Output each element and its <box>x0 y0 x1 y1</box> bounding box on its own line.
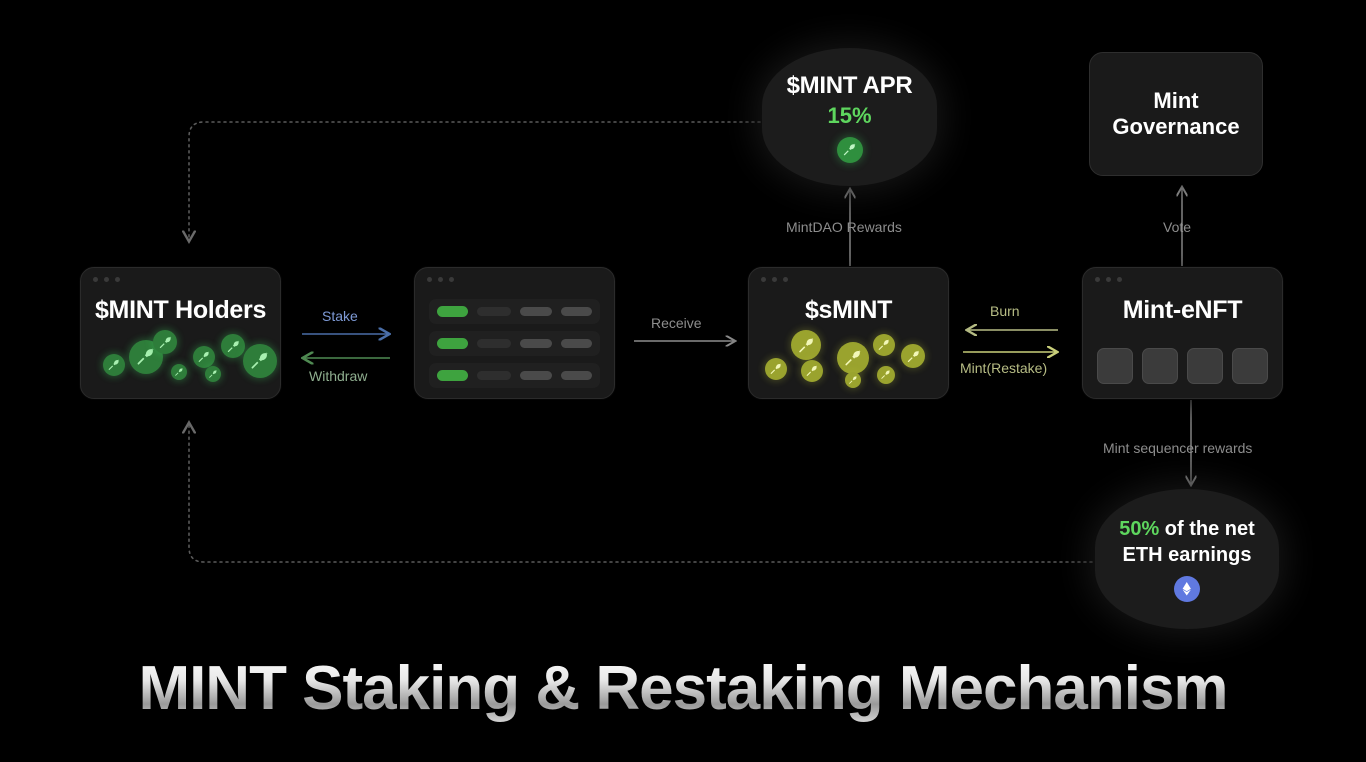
staking-row <box>429 363 600 388</box>
mint-holders-title: $MINT Holders <box>94 296 267 324</box>
token-7 <box>221 334 245 358</box>
smint-title: $sMINT <box>804 296 893 324</box>
token-2 <box>791 330 821 360</box>
nft-2[interactable] <box>1142 348 1178 384</box>
token-3 <box>153 330 177 354</box>
status-pill <box>437 306 468 317</box>
token-8 <box>901 344 925 368</box>
label-mintdao-rewards: MintDAO Rewards <box>786 219 902 235</box>
label-stake: Stake <box>322 308 358 324</box>
mint-holder-token-cloud <box>81 328 280 390</box>
window-dots <box>1095 277 1122 282</box>
smint-token-cloud <box>749 328 948 390</box>
token-7 <box>877 366 895 384</box>
token-6 <box>205 366 221 382</box>
label-mint-restake: Mint(Restake) <box>960 360 1048 376</box>
placeholder-bar <box>520 307 552 316</box>
nft-1[interactable] <box>1097 348 1133 384</box>
mint-governance-line2: Governance <box>1112 114 1240 139</box>
edge-eth-to-holders-dotted <box>189 424 1099 563</box>
nft-4[interactable] <box>1232 348 1268 384</box>
mint-apr-label: $MINT APR <box>786 71 913 99</box>
token-3 <box>801 360 823 382</box>
token-8 <box>243 344 277 378</box>
node-mint-apr[interactable]: $MINT APR 15% <box>762 48 937 186</box>
edge-apr-to-holders-dotted <box>189 121 761 240</box>
mint-enft-items <box>1097 348 1268 384</box>
label-withdraw: Withdraw <box>309 368 368 384</box>
staking-node-rows <box>429 299 600 388</box>
placeholder-bar <box>477 307 511 316</box>
placeholder-bar <box>520 339 552 348</box>
label-receive: Receive <box>651 315 702 331</box>
node-mint-enft[interactable]: Mint-eNFT <box>1082 267 1283 399</box>
label-vote: Vote <box>1163 219 1192 235</box>
node-mint-holders[interactable]: $MINT Holders <box>80 267 281 399</box>
token-5 <box>193 346 215 368</box>
placeholder-bar <box>520 371 552 380</box>
eth-earnings-line1: 50% of the net <box>1119 516 1255 542</box>
node-staking-node[interactable]: Staking Node <box>414 267 615 399</box>
node-eth-earnings[interactable]: 50% of the net ETH earnings <box>1095 489 1279 629</box>
status-pill <box>437 338 468 349</box>
eth-earnings-line2: ETH earnings <box>1122 544 1252 566</box>
token-5 <box>845 372 861 388</box>
window-dots <box>761 277 788 282</box>
status-pill <box>437 370 468 381</box>
eth-earnings-percent: 50% <box>1119 518 1160 540</box>
mint-enft-title: Mint-eNFT <box>1122 296 1243 324</box>
eth-earnings-rest: of the net <box>1159 518 1255 540</box>
placeholder-bar <box>560 371 592 380</box>
mint-pickaxe-icon <box>836 136 863 163</box>
token-4 <box>171 364 187 380</box>
mint-apr-value: 15% <box>827 102 872 128</box>
staking-row <box>429 331 600 356</box>
label-burn: Burn <box>990 303 1020 319</box>
nft-3[interactable] <box>1187 348 1223 384</box>
window-dots <box>93 277 120 282</box>
token-1 <box>765 358 787 380</box>
token-6 <box>873 334 895 356</box>
window-dots <box>427 277 454 282</box>
placeholder-bar <box>560 339 592 348</box>
node-mint-governance[interactable]: Mint Governance <box>1089 52 1263 176</box>
placeholder-bar <box>477 371 511 380</box>
placeholder-bar <box>560 307 592 316</box>
token-1 <box>103 354 125 376</box>
label-mint-sequencer-rewards: Mint sequencer rewards <box>1103 440 1253 456</box>
diagram-canvas: $MINT APR 15% Mint Governance $MINT Hold… <box>0 0 1366 762</box>
token-4 <box>837 342 869 374</box>
ethereum-icon <box>1174 576 1200 602</box>
mint-governance-line1: Mint <box>1153 87 1199 113</box>
placeholder-bar <box>477 339 511 348</box>
staking-row <box>429 299 600 324</box>
node-smint[interactable]: $sMINT <box>748 267 949 399</box>
page-title: MINT Staking & Restaking Mechanism <box>0 653 1366 724</box>
